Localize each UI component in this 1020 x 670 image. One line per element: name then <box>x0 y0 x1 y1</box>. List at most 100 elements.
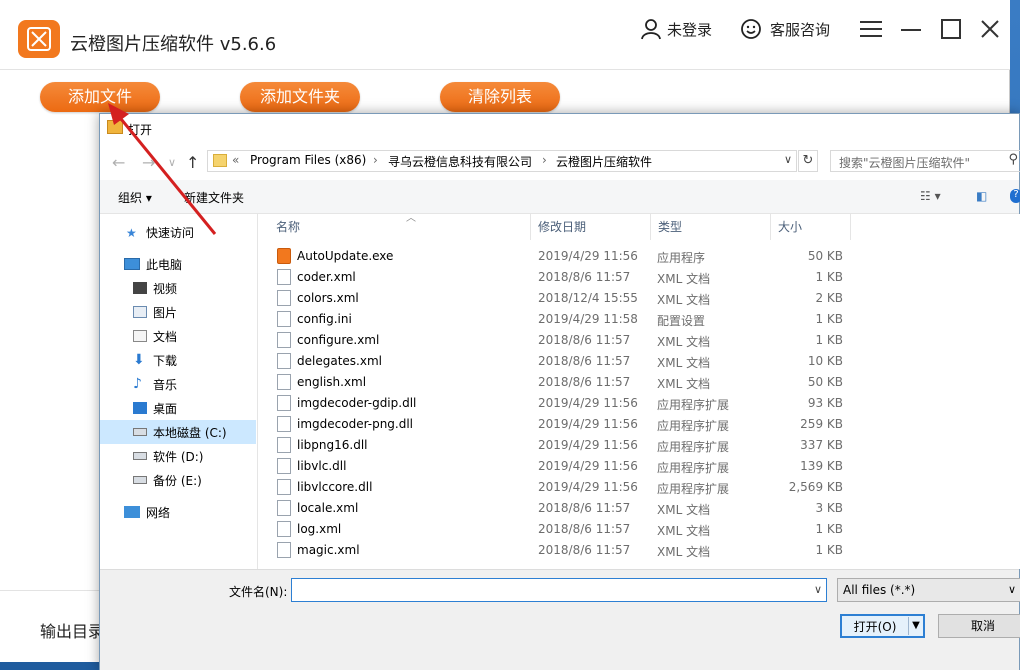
file-type: 应用程序扩展 <box>657 438 729 455</box>
file-row[interactable]: AutoUpdate.exe2019/4/29 11:56应用程序50 KB <box>259 246 1020 267</box>
file-name: config.ini <box>297 312 352 326</box>
file-row[interactable]: configure.xml2018/8/6 11:57XML 文档1 KB <box>259 330 1020 351</box>
view-options-icon[interactable]: ☷ ▾ <box>920 189 941 203</box>
file-row[interactable]: coder.xml2018/8/6 11:57XML 文档1 KB <box>259 267 1020 288</box>
new-folder-button[interactable]: 新建文件夹 <box>184 189 244 206</box>
download-icon: ⬇ <box>133 354 147 366</box>
file-type: XML 文档 <box>657 354 710 371</box>
file-date: 2019/4/29 11:56 <box>538 438 638 452</box>
file-date: 2018/12/4 15:55 <box>538 291 638 305</box>
file-row[interactable]: libpng16.dll2019/4/29 11:56应用程序扩展337 KB <box>259 435 1020 456</box>
column-header-date[interactable]: 修改日期 <box>531 214 651 240</box>
address-bar[interactable]: « Program Files (x86) › 寻乌云橙信息科技有限公司 › 云… <box>207 150 797 172</box>
column-label: 修改日期 <box>538 220 586 234</box>
column-header-type[interactable]: 类型 <box>651 214 771 240</box>
back-arrow-icon[interactable]: ← <box>112 153 125 172</box>
breadcrumb-item[interactable]: 寻乌云橙信息科技有限公司 <box>388 153 532 170</box>
column-header-size[interactable]: 大小 <box>771 214 851 240</box>
file-row[interactable]: config.ini2019/4/29 11:58配置设置1 KB <box>259 309 1020 330</box>
open-button[interactable]: 打开(O) ▼ <box>840 614 925 638</box>
nav-soft-disk[interactable]: 软件 (D:) <box>100 444 256 468</box>
breadcrumb-item[interactable]: Program Files (x86) <box>250 153 366 167</box>
menu-icon[interactable] <box>856 14 886 44</box>
file-size: 1 KB <box>773 270 843 284</box>
cancel-button[interactable]: 取消 <box>938 614 1020 638</box>
nav-desktop[interactable]: 桌面 <box>100 396 256 420</box>
nav-this-pc[interactable]: 此电脑 <box>100 252 256 276</box>
column-header-name[interactable]: ︿ 名称 <box>269 214 531 240</box>
maximize-icon[interactable] <box>936 14 966 44</box>
video-icon <box>133 282 147 294</box>
breadcrumb-item[interactable]: 云橙图片压缩软件 <box>556 153 652 170</box>
file-row[interactable]: log.xml2018/8/6 11:57XML 文档1 KB <box>259 519 1020 540</box>
breadcrumb-overflow[interactable]: « <box>232 153 239 167</box>
nav-local-disk[interactable]: 本地磁盘 (C:) <box>100 420 256 444</box>
filetype-select[interactable]: All files (*.*) ∨ <box>837 578 1020 602</box>
file-type: XML 文档 <box>657 333 710 350</box>
breadcrumb-separator-icon: › <box>373 153 378 167</box>
file-row[interactable]: libvlccore.dll2019/4/29 11:56应用程序扩展2,569… <box>259 477 1020 498</box>
dialog-titlebar: 打开 <box>100 114 1019 144</box>
nav-documents[interactable]: 文档 <box>100 324 256 348</box>
file-date: 2018/8/6 11:57 <box>538 270 630 284</box>
ini-file-icon <box>277 311 291 327</box>
xml-file-icon <box>277 332 291 348</box>
nav-network[interactable]: 网络 <box>100 500 256 524</box>
split-dropdown-icon[interactable]: ▼ <box>908 617 923 635</box>
add-file-button[interactable]: 添加文件 <box>40 82 160 112</box>
network-icon <box>124 506 140 518</box>
file-row[interactable]: delegates.xml2018/8/6 11:57XML 文档10 KB <box>259 351 1020 372</box>
search-placeholder: 搜索"云橙图片压缩软件" <box>839 154 970 171</box>
recent-chevron-icon[interactable]: ∨ <box>168 156 176 169</box>
nav-label: 软件 (D:) <box>153 448 203 465</box>
computer-icon <box>124 258 140 270</box>
forward-arrow-icon[interactable]: → <box>142 153 155 172</box>
nav-label: 此电脑 <box>146 256 182 273</box>
preview-pane-icon[interactable]: ◧ <box>976 189 987 203</box>
file-size: 1 KB <box>773 543 843 557</box>
open-label: 打开(O) <box>842 618 908 635</box>
file-size: 139 KB <box>773 459 843 473</box>
app-titlebar: 云橙图片压缩软件 v5.6.6 未登录 客服咨询 <box>0 0 1010 70</box>
file-type: 应用程序扩展 <box>657 396 729 413</box>
dialog-title: 打开 <box>128 121 152 138</box>
up-arrow-icon[interactable]: ↑ <box>186 153 199 172</box>
search-icon: ⚲ <box>1008 152 1018 167</box>
file-row[interactable]: locale.xml2018/8/6 11:57XML 文档3 KB <box>259 498 1020 519</box>
file-type: XML 文档 <box>657 501 710 518</box>
minimize-icon[interactable] <box>896 14 926 44</box>
nav-backup-disk[interactable]: 备份 (E:) <box>100 468 256 492</box>
chevron-down-icon[interactable]: ∨ <box>814 583 822 596</box>
chevron-down-icon[interactable]: ∨ <box>784 153 792 166</box>
refresh-icon[interactable]: ↻ <box>798 150 818 172</box>
file-row[interactable]: libvlc.dll2019/4/29 11:56应用程序扩展139 KB <box>259 456 1020 477</box>
help-icon[interactable]: ? <box>1010 189 1020 203</box>
nav-music[interactable]: ♪ 音乐 <box>100 372 256 396</box>
add-folder-button[interactable]: 添加文件夹 <box>240 82 360 112</box>
nav-quick-access[interactable]: ★ 快速访问 <box>100 220 256 244</box>
file-row[interactable]: magic.xml2018/8/6 11:57XML 文档1 KB <box>259 540 1020 561</box>
organize-button[interactable]: 组织 ▾ <box>118 189 152 206</box>
dialog-footer: 文件名(N): ∨ All files (*.*) ∨ 打开(O) ▼ 取消 <box>100 569 1019 670</box>
nav-label: 本地磁盘 (C:) <box>153 424 227 441</box>
nav-downloads[interactable]: ⬇ 下载 <box>100 348 256 372</box>
clear-list-button[interactable]: 清除列表 <box>440 82 560 112</box>
nav-label: 网络 <box>146 504 170 521</box>
file-row[interactable]: colors.xml2018/12/4 15:55XML 文档2 KB <box>259 288 1020 309</box>
file-row[interactable]: imgdecoder-png.dll2019/4/29 11:56应用程序扩展2… <box>259 414 1020 435</box>
filename-label: 文件名(N): <box>229 583 287 600</box>
login-button[interactable]: 未登录 <box>640 18 712 40</box>
file-row[interactable]: imgdecoder-gdip.dll2019/4/29 11:56应用程序扩展… <box>259 393 1020 414</box>
file-row[interactable]: english.xml2018/8/6 11:57XML 文档50 KB <box>259 372 1020 393</box>
file-name: libvlc.dll <box>297 459 346 473</box>
nav-pictures[interactable]: 图片 <box>100 300 256 324</box>
file-type: XML 文档 <box>657 522 710 539</box>
file-type: 应用程序扩展 <box>657 480 729 497</box>
file-size: 2,569 KB <box>773 480 843 494</box>
search-input[interactable]: 搜索"云橙图片压缩软件" ⚲ <box>830 150 1020 172</box>
output-dir-label: 输出目录 <box>40 618 104 642</box>
nav-videos[interactable]: 视频 <box>100 276 256 300</box>
filename-input[interactable]: ∨ <box>291 578 827 602</box>
close-icon[interactable] <box>975 14 1005 44</box>
service-button[interactable]: 客服咨询 <box>740 18 830 40</box>
